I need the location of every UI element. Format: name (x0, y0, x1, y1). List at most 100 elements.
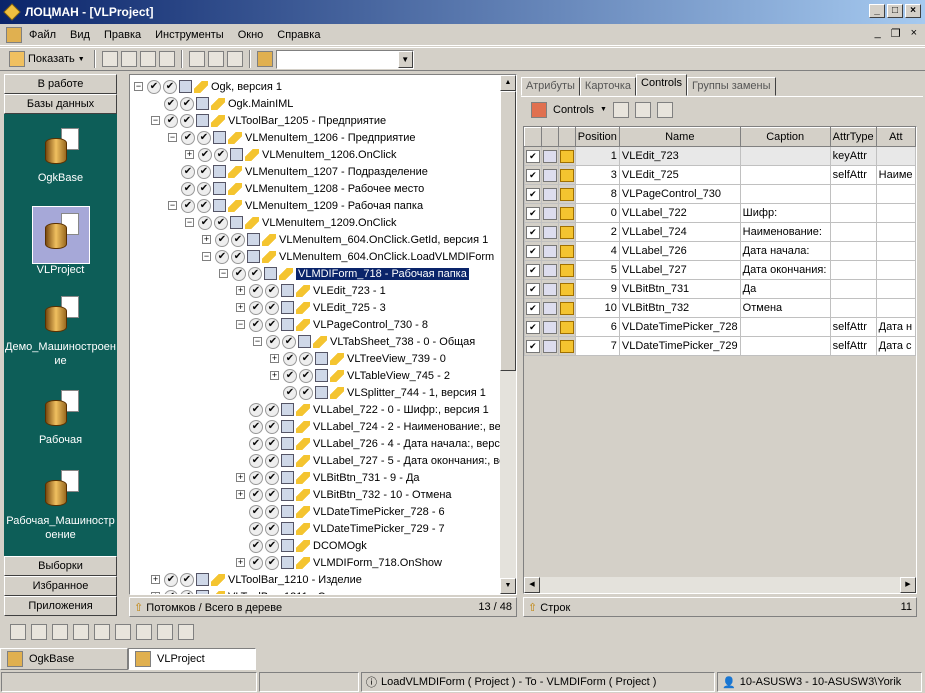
grid-row[interactable]: ✔ 7 VLDateTimePicker_729 selfAttr Дата с (524, 336, 916, 356)
menu-view[interactable]: Вид (63, 29, 97, 41)
maximize-button[interactable]: □ (887, 4, 903, 18)
chevron-down-icon[interactable]: ▼ (397, 50, 413, 68)
check-icon[interactable]: ✔ (524, 279, 542, 299)
tree-node[interactable]: ✔ ✔ VLDateTimePicker_728 - 6 (236, 503, 445, 520)
pencil-icon[interactable] (557, 222, 576, 242)
expand-toggle-icon[interactable]: + (236, 490, 245, 499)
tree-node-label[interactable]: VLTreeView_739 - 0 (347, 353, 446, 365)
check-icon[interactable]: ✔ (249, 487, 263, 502)
check-icon[interactable]: ✔ (248, 266, 262, 281)
tree-node-label[interactable]: VLEdit_723 - 1 (313, 285, 386, 297)
expand-toggle-icon[interactable]: − (185, 218, 194, 227)
object-tree[interactable]: − ✔ ✔ Ogk, версия 1 ✔ ✔ Ogk.MainIML − ✔ ✔ VLToolBa… (129, 74, 517, 595)
check-icon[interactable]: ✔ (181, 198, 195, 213)
expand-toggle-icon[interactable]: − (168, 133, 177, 142)
check-icon[interactable]: ✔ (197, 198, 211, 213)
pencil-icon[interactable] (557, 184, 576, 204)
tab-controls[interactable]: Controls (636, 74, 687, 96)
col-type[interactable] (540, 127, 559, 147)
in-work-button[interactable]: В работе (4, 74, 117, 94)
check-icon[interactable]: ✔ (265, 317, 279, 332)
check-icon[interactable]: ✔ (197, 164, 211, 179)
check-icon[interactable]: ✔ (299, 385, 313, 400)
tree-node[interactable]: ✔ ✔ VLLabel_726 - 4 - Дата начала:, версия (236, 435, 512, 452)
expand-toggle-icon[interactable]: − (253, 337, 262, 346)
check-icon[interactable]: ✔ (163, 79, 177, 94)
check-icon[interactable]: ✔ (232, 266, 246, 281)
check-icon[interactable]: ✔ (249, 538, 263, 553)
bookmark-icon[interactable] (73, 624, 89, 640)
pencil-icon[interactable] (557, 260, 576, 280)
edit-icon[interactable] (139, 51, 156, 67)
control-type-icon[interactable] (540, 260, 559, 280)
database-vlproject[interactable]: VLProject (4, 206, 117, 276)
tree-node-label[interactable]: VLMenuItem_604.OnClick.LoadVLMDIForm (279, 251, 494, 263)
tree-node[interactable]: + ✔ ✔ VLBitBtn_732 - 10 - Отмена (236, 486, 452, 503)
col-position[interactable]: Position (574, 127, 620, 147)
task-vlproject[interactable]: VLProject (128, 648, 256, 670)
expand-toggle-icon[interactable]: − (202, 252, 211, 261)
control-type-icon[interactable] (540, 203, 559, 223)
app-menu-icon[interactable] (6, 26, 22, 43)
scroll-up-icon[interactable]: ▲ (500, 75, 516, 91)
check-icon[interactable]: ✔ (265, 300, 279, 315)
tree-node-label[interactable]: VLLabel_722 - 0 - Шифр:, версия 1 (313, 404, 489, 416)
col-check[interactable] (524, 127, 542, 147)
menu-edit[interactable]: Правка (97, 29, 148, 41)
check-icon[interactable]: ✔ (164, 96, 178, 111)
check-icon[interactable]: ✔ (265, 470, 279, 485)
tab-attributes[interactable]: Атрибуты (521, 77, 580, 96)
tree-node[interactable]: − ✔ ✔ Ogk, версия 1 (134, 78, 282, 95)
expand-toggle-icon[interactable]: + (236, 558, 245, 567)
cut-icon[interactable] (188, 51, 205, 67)
control-type-icon[interactable] (540, 317, 559, 337)
check-icon[interactable]: ✔ (180, 572, 194, 587)
check-icon[interactable]: ✔ (299, 368, 313, 383)
tree-node[interactable]: − ✔ ✔ VLMenuItem_604.OnClick.LoadVLMDIForm (202, 248, 494, 265)
grid-row[interactable]: ✔ 2 VLLabel_724 Наименование: (524, 222, 916, 242)
tree-node-label[interactable]: VLMenuItem_1208 - Рабочее место (245, 183, 424, 195)
tree-node-label[interactable]: VLDateTimePicker_728 - 6 (313, 506, 445, 518)
grid-row[interactable]: ✔ 6 VLDateTimePicker_728 selfAttr Дата н (524, 317, 916, 337)
check-icon[interactable]: ✔ (180, 113, 194, 128)
check-icon[interactable]: ✔ (524, 222, 542, 242)
tree-node-label[interactable]: VLBitBtn_731 - 9 - Да (313, 472, 420, 484)
check-icon[interactable]: ✔ (231, 232, 245, 247)
tree-node[interactable]: − ✔ ✔ VLMenuItem_1209.OnClick (185, 214, 397, 231)
expand-toggle-icon[interactable]: + (270, 354, 279, 363)
check-icon[interactable]: ✔ (249, 555, 263, 570)
tree-node-label[interactable]: VLMenuItem_1206.OnClick (262, 149, 397, 161)
check-icon[interactable]: ✔ (164, 589, 178, 594)
tree-node[interactable]: − ✔ ✔ VLMDIForm_718 - Рабочая папка (219, 265, 469, 282)
tree-node-label[interactable]: VLBitBtn_732 - 10 - Отмена (313, 489, 452, 501)
task-ogkbase[interactable]: OgkBase (0, 648, 128, 670)
check-icon[interactable]: ✔ (249, 300, 263, 315)
check-icon[interactable]: ✔ (265, 419, 279, 434)
check-icon[interactable]: ✔ (249, 521, 263, 536)
expand-toggle-icon[interactable]: + (236, 286, 245, 295)
check-icon[interactable]: ✔ (265, 436, 279, 451)
tree-node[interactable]: ✔ ✔ VLDateTimePicker_729 - 7 (236, 520, 445, 537)
expand-toggle-icon[interactable]: − (219, 269, 228, 278)
copy-icon[interactable] (101, 51, 118, 67)
database-rabochaya[interactable]: Рабочая (4, 390, 117, 446)
scroll-left-icon[interactable]: ◀ (524, 577, 540, 593)
check-icon[interactable]: ✔ (266, 334, 280, 349)
expand-toggle-icon[interactable]: + (151, 592, 160, 594)
dropdown-arrow-icon[interactable]: ▼ (600, 106, 607, 113)
settings-icon[interactable] (158, 51, 175, 67)
check-icon[interactable]: ✔ (214, 147, 228, 162)
close-button[interactable]: × (905, 4, 921, 18)
check-icon[interactable]: ✔ (147, 79, 161, 94)
tree-node-label[interactable]: VLMenuItem_1206 - Предприятие (245, 132, 416, 144)
tree-node[interactable]: + ✔ ✔ VLEdit_723 - 1 (236, 282, 386, 299)
check-icon[interactable]: ✔ (214, 215, 228, 230)
tree-node[interactable]: + ✔✔ VLToolBar_1211 - Справочники (151, 588, 384, 594)
check-icon[interactable]: ✔ (215, 232, 229, 247)
check-icon[interactable]: ✔ (524, 336, 542, 356)
expand-toggle-icon[interactable]: − (168, 201, 177, 210)
check-icon[interactable]: ✔ (265, 504, 279, 519)
cloud-icon[interactable] (31, 624, 47, 640)
grid-hscrollbar[interactable]: ◀ ▶ (524, 577, 916, 593)
tree-scrollbar[interactable]: ▲ ▼ (500, 75, 516, 594)
